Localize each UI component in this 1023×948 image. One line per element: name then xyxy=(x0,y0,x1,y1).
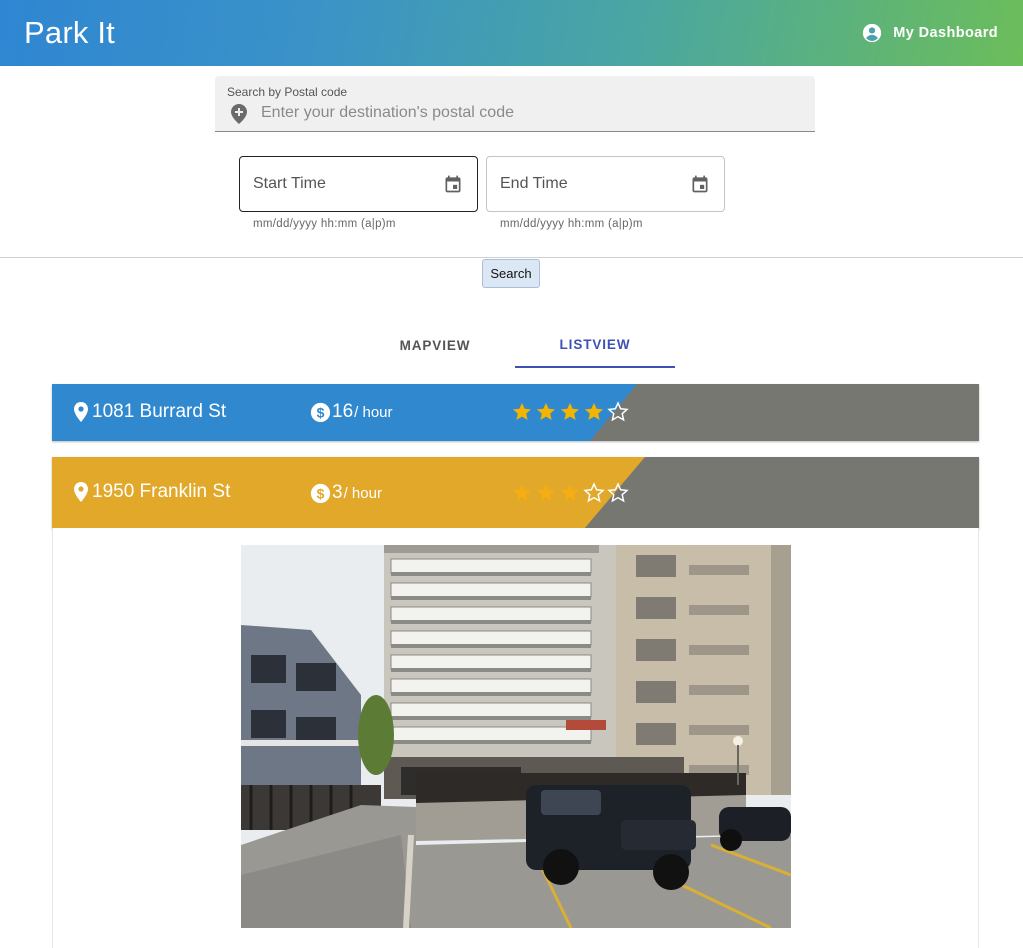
postal-code-search-field[interactable]: Search by Postal code xyxy=(215,76,815,132)
dollar-circle-icon: $ xyxy=(310,483,331,503)
account-circle-icon xyxy=(863,23,882,43)
listing-row[interactable]: 1950 Franklin St $ 3 / hour xyxy=(52,457,979,529)
my-dashboard-label: My Dashboard xyxy=(893,25,998,41)
price-amount: 3 xyxy=(332,482,343,503)
tab-mapview[interactable]: MAPVIEW xyxy=(355,322,515,368)
svg-text:$: $ xyxy=(317,485,325,501)
star-filled-icon xyxy=(534,481,558,505)
tab-listview[interactable]: LISTVIEW xyxy=(515,322,675,368)
listing-row[interactable]: 1081 Burrard St $ 16 / hour xyxy=(52,384,979,441)
star-rating xyxy=(510,400,630,424)
star-empty-icon xyxy=(582,481,606,505)
app-title: Park It xyxy=(24,15,115,50)
location-pin-icon xyxy=(74,482,88,502)
search-button[interactable]: Search xyxy=(482,259,540,288)
start-time-label: Start Time xyxy=(253,175,326,192)
star-empty-icon xyxy=(606,481,630,505)
calendar-icon[interactable] xyxy=(690,174,710,194)
listing-address: 1950 Franklin St xyxy=(73,481,230,503)
star-filled-icon xyxy=(558,400,582,424)
price-amount: 16 xyxy=(332,401,354,422)
listing-address: 1081 Burrard St xyxy=(73,401,226,423)
dollar-circle-icon: $ xyxy=(310,402,331,422)
start-time-helper: mm/dd/yyyy hh:mm (a|p)m xyxy=(253,218,396,230)
parking-lot-photo xyxy=(241,545,791,928)
my-dashboard-button[interactable]: My Dashboard xyxy=(861,22,998,44)
svg-text:$: $ xyxy=(317,404,325,420)
price-unit: / hour xyxy=(343,484,382,502)
star-filled-icon xyxy=(558,481,582,505)
star-rating xyxy=(510,481,630,505)
listing-price: $ 3 / hour xyxy=(310,482,382,504)
end-time-label: End Time xyxy=(500,175,568,192)
postal-code-input[interactable] xyxy=(259,102,799,124)
search-label: Search by Postal code xyxy=(227,85,348,99)
divider xyxy=(0,257,1023,258)
start-time-field[interactable]: Start Time xyxy=(239,156,478,212)
end-time-field[interactable]: End Time xyxy=(486,156,725,212)
listing-address-text: 1081 Burrard St xyxy=(92,401,227,422)
add-location-icon xyxy=(231,104,247,124)
end-time-helper: mm/dd/yyyy hh:mm (a|p)m xyxy=(500,218,643,230)
listing-price: $ 16 / hour xyxy=(310,401,393,423)
listing-detail-panel xyxy=(52,528,979,948)
calendar-icon[interactable] xyxy=(443,174,463,194)
star-filled-icon xyxy=(582,400,606,424)
star-filled-icon xyxy=(510,400,534,424)
listing-address-text: 1950 Franklin St xyxy=(92,481,231,502)
location-pin-icon xyxy=(74,402,88,422)
price-unit: / hour xyxy=(354,403,393,421)
star-filled-icon xyxy=(510,481,534,505)
star-filled-icon xyxy=(534,400,558,424)
star-empty-icon xyxy=(606,400,630,424)
app-bar: Park It My Dashboard xyxy=(0,0,1023,66)
